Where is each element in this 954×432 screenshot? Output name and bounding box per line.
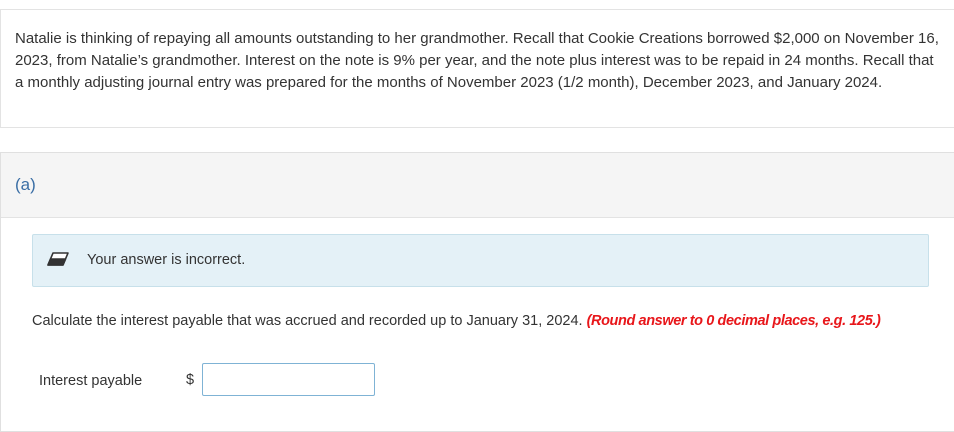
problem-statement-card: Natalie is thinking of repaying all amou… — [0, 9, 954, 128]
currency-symbol: $ — [186, 372, 195, 388]
part-a-header: (a) — [1, 153, 954, 218]
eraser-icon — [47, 252, 69, 266]
incorrect-feedback-banner: Your answer is incorrect. — [32, 234, 929, 287]
part-a-card: (a) Your answer is incorrect. Calculate … — [0, 152, 954, 432]
question-text: Calculate the interest payable that was … — [32, 313, 583, 329]
feedback-message: Your answer is incorrect. — [87, 252, 246, 268]
interest-payable-label: Interest payable — [39, 373, 143, 389]
part-label: (a) — [15, 175, 36, 194]
problem-statement-text: Natalie is thinking of repaying all amou… — [15, 30, 939, 91]
interest-payable-input[interactable] — [202, 363, 375, 396]
rounding-instruction: (Round answer to 0 decimal places, e.g. … — [586, 313, 881, 329]
question-prompt: Calculate the interest payable that was … — [32, 313, 942, 329]
